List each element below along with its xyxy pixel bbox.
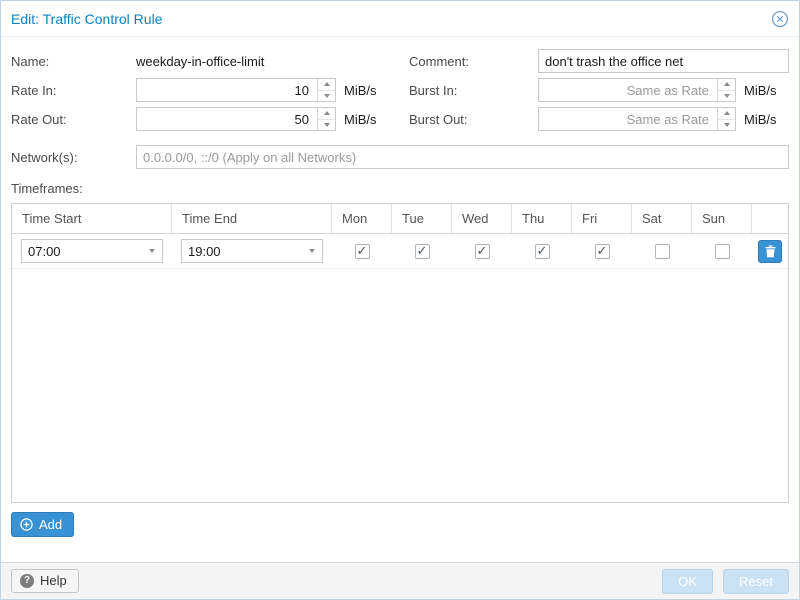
- time-start-cell: 07:00: [12, 239, 172, 263]
- column-header-actions: [752, 204, 788, 233]
- help-button[interactable]: ? Help: [11, 569, 79, 593]
- spinner-up-icon[interactable]: [318, 79, 335, 91]
- timeframes-grid: Time Start Time End Mon Tue Wed Thu Fri …: [11, 203, 789, 503]
- form-columns: Name: weekday-in-office-limit Rate In: M…: [11, 49, 789, 136]
- timeframe-row: 07:00 19:00: [12, 234, 788, 269]
- chevron-down-icon[interactable]: [142, 240, 162, 262]
- spinner-up-icon[interactable]: [718, 108, 735, 120]
- name-label: Name:: [11, 54, 136, 69]
- column-header-fri[interactable]: Fri: [572, 204, 632, 233]
- time-end-cell: 19:00: [172, 239, 332, 263]
- form-column-right: Comment: Burst In: MiB/s Burst: [409, 49, 789, 136]
- rate-in-spinner: [317, 79, 335, 101]
- dialog-footer: ? Help OK Reset: [1, 562, 799, 599]
- burst-out-row: Burst Out: MiB/s: [409, 107, 789, 131]
- column-header-time-start[interactable]: Time Start: [12, 204, 172, 233]
- checkbox-sun[interactable]: [715, 244, 730, 259]
- question-mark-icon: ?: [20, 574, 34, 588]
- reset-button[interactable]: Reset: [723, 569, 789, 594]
- add-button-label: Add: [39, 517, 62, 532]
- networks-label: Network(s):: [11, 150, 136, 165]
- edit-traffic-control-rule-dialog: Edit: Traffic Control Rule Name: weekday…: [0, 0, 800, 600]
- column-header-time-end[interactable]: Time End: [172, 204, 332, 233]
- wed-cell: [452, 244, 512, 259]
- burst-out-input[interactable]: [538, 107, 736, 131]
- checkbox-wed[interactable]: [475, 244, 490, 259]
- sun-cell: [692, 244, 752, 259]
- thu-cell: [512, 244, 572, 259]
- spinner-up-icon[interactable]: [718, 79, 735, 91]
- dialog-title: Edit: Traffic Control Rule: [11, 11, 162, 27]
- comment-input[interactable]: [538, 49, 789, 73]
- delete-row-button[interactable]: [758, 240, 782, 263]
- checkbox-tue[interactable]: [415, 244, 430, 259]
- name-row: Name: weekday-in-office-limit: [11, 49, 409, 73]
- close-icon[interactable]: [771, 10, 789, 28]
- chevron-down-icon[interactable]: [302, 240, 322, 262]
- checkbox-sat[interactable]: [655, 244, 670, 259]
- burst-in-row: Burst In: MiB/s: [409, 78, 789, 102]
- burst-in-label: Burst In:: [409, 83, 538, 98]
- spinner-down-icon[interactable]: [718, 120, 735, 131]
- timeframes-label: Timeframes:: [11, 181, 789, 196]
- networks-row: Network(s):: [11, 145, 789, 169]
- rate-in-field: [136, 78, 336, 102]
- rate-out-unit: MiB/s: [344, 112, 377, 127]
- checkbox-thu[interactable]: [535, 244, 550, 259]
- spinner-down-icon[interactable]: [718, 91, 735, 102]
- burst-in-spinner: [717, 79, 735, 101]
- checkbox-fri[interactable]: [595, 244, 610, 259]
- column-header-sat[interactable]: Sat: [632, 204, 692, 233]
- form-column-left: Name: weekday-in-office-limit Rate In: M…: [11, 49, 409, 136]
- help-button-label: Help: [40, 573, 67, 588]
- burst-out-field: [538, 107, 736, 131]
- rate-in-row: Rate In: MiB/s: [11, 78, 409, 102]
- rate-in-unit: MiB/s: [344, 83, 377, 98]
- mon-cell: [332, 244, 392, 259]
- actions-cell: [752, 240, 788, 263]
- rate-out-label: Rate Out:: [11, 112, 136, 127]
- burst-out-spinner: [717, 108, 735, 130]
- trash-icon: [765, 245, 776, 258]
- rate-out-field: [136, 107, 336, 131]
- comment-row: Comment:: [409, 49, 789, 73]
- grid-empty-area: [12, 269, 788, 502]
- spinner-down-icon[interactable]: [318, 120, 335, 131]
- tue-cell: [392, 244, 452, 259]
- ok-button[interactable]: OK: [662, 569, 713, 594]
- rate-in-label: Rate In:: [11, 83, 136, 98]
- grid-header: Time Start Time End Mon Tue Wed Thu Fri …: [12, 204, 788, 234]
- rate-out-spinner: [317, 108, 335, 130]
- rate-in-input[interactable]: [136, 78, 336, 102]
- rate-out-row: Rate Out: MiB/s: [11, 107, 409, 131]
- fri-cell: [572, 244, 632, 259]
- column-header-sun[interactable]: Sun: [692, 204, 752, 233]
- time-end-combo[interactable]: 19:00: [181, 239, 323, 263]
- networks-input[interactable]: [136, 145, 789, 169]
- add-button[interactable]: Add: [11, 512, 74, 537]
- column-header-tue[interactable]: Tue: [392, 204, 452, 233]
- add-circle-icon: [20, 518, 33, 531]
- checkbox-mon[interactable]: [355, 244, 370, 259]
- dialog-body: Name: weekday-in-office-limit Rate In: M…: [1, 37, 799, 562]
- column-header-wed[interactable]: Wed: [452, 204, 512, 233]
- spinner-up-icon[interactable]: [318, 108, 335, 120]
- burst-in-unit: MiB/s: [744, 83, 777, 98]
- time-start-combo[interactable]: 07:00: [21, 239, 163, 263]
- burst-out-unit: MiB/s: [744, 112, 777, 127]
- comment-label: Comment:: [409, 54, 538, 69]
- rate-out-input[interactable]: [136, 107, 336, 131]
- name-value: weekday-in-office-limit: [136, 54, 264, 69]
- spinner-down-icon[interactable]: [318, 91, 335, 102]
- burst-out-label: Burst Out:: [409, 112, 538, 127]
- time-start-value: 07:00: [28, 244, 61, 259]
- sat-cell: [632, 244, 692, 259]
- column-header-mon[interactable]: Mon: [332, 204, 392, 233]
- column-header-thu[interactable]: Thu: [512, 204, 572, 233]
- time-end-value: 19:00: [188, 244, 221, 259]
- burst-in-field: [538, 78, 736, 102]
- burst-in-input[interactable]: [538, 78, 736, 102]
- dialog-titlebar: Edit: Traffic Control Rule: [1, 1, 799, 37]
